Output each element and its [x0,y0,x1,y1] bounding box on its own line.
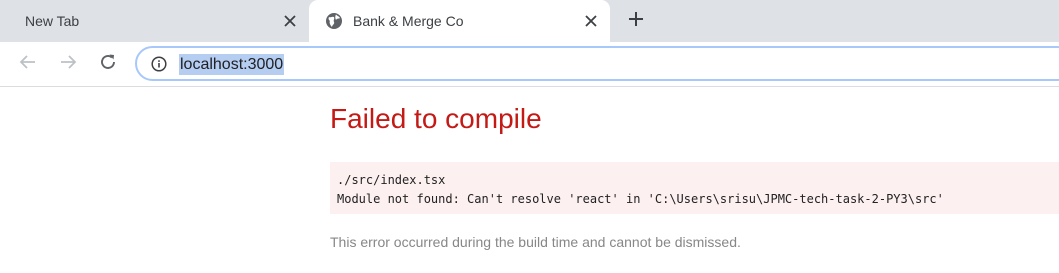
url-text[interactable]: localhost:3000 [179,54,285,75]
browser-toolbar: localhost:3000 [0,42,1059,87]
error-code-block: ./src/index.tsx Module not found: Can't r… [330,162,1059,214]
error-message: Module not found: Can't resolve 'react' … [337,192,944,206]
back-button[interactable] [16,52,40,76]
arrow-right-icon [59,53,77,76]
tab-title: Bank & Merge Co [353,13,464,29]
new-tab-button[interactable] [624,9,648,33]
reload-icon [99,53,117,76]
address-bar[interactable]: localhost:3000 [135,46,1059,81]
close-icon[interactable] [581,11,601,31]
reload-button[interactable] [96,52,120,76]
tab-title: New Tab [25,13,80,29]
error-title: Failed to compile [330,103,542,134]
info-icon[interactable] [149,54,169,74]
page-content: Failed to compile ./src/index.tsx Module … [0,87,1059,273]
tab-new-tab[interactable]: New Tab [0,0,309,42]
plus-icon [628,11,644,32]
globe-icon [325,12,343,30]
error-file: ./src/index.tsx [337,173,446,187]
build-error-note: This error occurred during the build tim… [330,234,741,250]
tab-bank-merge-co[interactable]: Bank & Merge Co [309,0,610,42]
tab-strip: New Tab Bank & Merge Co [0,0,1059,42]
forward-button[interactable] [56,52,80,76]
arrow-left-icon [19,53,37,76]
close-icon[interactable] [280,11,300,31]
